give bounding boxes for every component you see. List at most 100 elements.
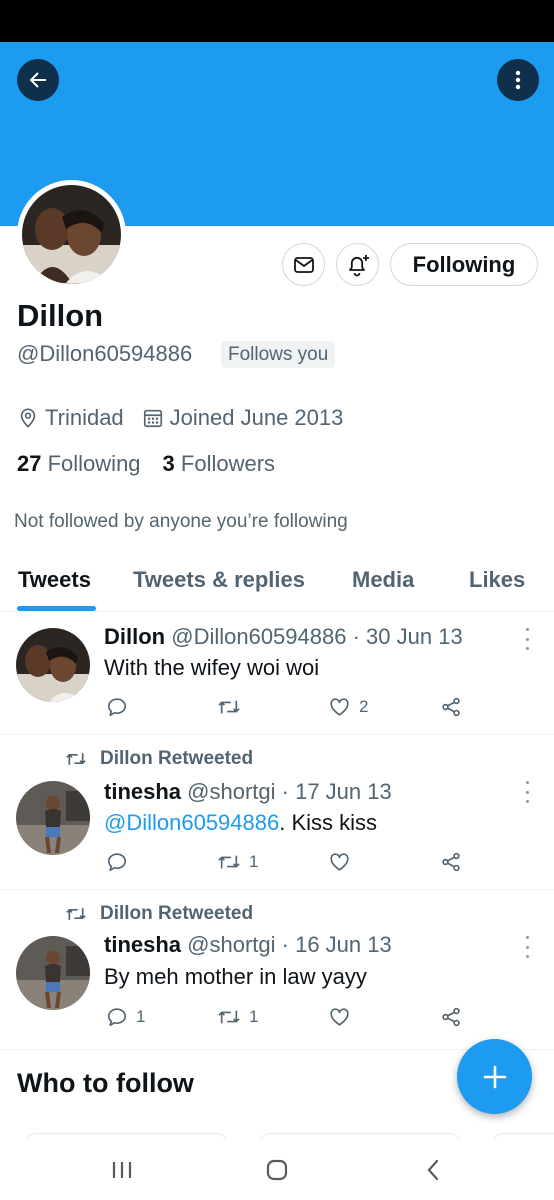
joined-text: Joined June 2013 [169, 405, 344, 430]
tab-tweets-replies[interactable]: Tweets & replies [133, 567, 305, 593]
tab-tweets[interactable]: Tweets [18, 567, 91, 593]
followers-count: 3 [162, 451, 175, 476]
joined-date: Joined June 2013 [142, 405, 344, 431]
like-count: 2 [359, 697, 369, 716]
tweet-item[interactable]: Dillon Retweeted tinesha @shortgi · 16 J… [0, 890, 554, 1050]
reply-button[interactable]: 1 [106, 1006, 145, 1028]
profile-name: Dillon [17, 298, 104, 333]
followers-count-link[interactable]: 3 Followers [163, 451, 276, 477]
profile-meta: Trinidad Joined June 2013 [17, 404, 361, 432]
retweet-icon [66, 908, 86, 920]
tab-media[interactable]: Media [352, 567, 414, 593]
share-button[interactable] [439, 851, 463, 873]
calendar-icon [143, 409, 162, 428]
recent-apps-icon [112, 1162, 132, 1178]
retweeted-by-text[interactable]: Dillon Retweeted [100, 748, 253, 770]
not-followed-note: Not followed by anyone you’re following [14, 511, 348, 532]
like-button[interactable] [328, 851, 359, 873]
retweet-count: 1 [249, 852, 259, 871]
like-button[interactable] [328, 1006, 359, 1028]
retweet-icon [66, 753, 86, 765]
share-icon [442, 852, 460, 872]
heart-icon [330, 1008, 349, 1026]
location-pin-icon [20, 408, 36, 428]
tweet-author-avatar[interactable] [16, 781, 90, 855]
retweet-icon [218, 1010, 240, 1024]
followers-label: Followers [180, 451, 276, 476]
tweet-text: By meh mother in law yayy [104, 964, 367, 989]
more-options-button[interactable] [497, 59, 539, 101]
retweet-count: 1 [249, 1007, 259, 1026]
share-icon [442, 1007, 460, 1027]
follows-you-badge: Follows you [221, 341, 336, 368]
tweet-item[interactable]: Dillon Retweeted tinesha @shortgi · 17 J… [0, 735, 554, 890]
tweet-author-avatar[interactable] [16, 628, 90, 702]
home-icon [266, 1159, 288, 1181]
back-button[interactable] [17, 59, 59, 101]
notifications-button[interactable] [336, 243, 379, 286]
profile-tabs: Tweets Tweets & replies Media Likes [0, 555, 554, 612]
back-arrow-icon [29, 72, 46, 88]
retweet-icon [218, 855, 240, 869]
bell-plus-icon [348, 254, 369, 276]
profile-avatar[interactable] [17, 180, 126, 289]
tweet-header: Dillon @Dillon60594886 · 30 Jun 13 [104, 624, 463, 650]
tweet-header: tinesha @shortgi · 17 Jun 13 [104, 779, 392, 805]
tweet-date: · 17 Jun 13 [281, 779, 392, 804]
more-vertical-icon [515, 70, 521, 90]
who-to-follow-title: Who to follow [17, 1068, 194, 1098]
reply-icon [107, 698, 127, 717]
share-button[interactable] [439, 696, 463, 718]
avatar-photo [22, 185, 121, 284]
share-button[interactable] [439, 1006, 463, 1028]
location: Trinidad [17, 405, 124, 431]
nav-back-button[interactable] [413, 1154, 453, 1186]
tweet-text: @Dillon60594886. Kiss kiss [104, 810, 378, 835]
following-count: 27 [17, 451, 42, 476]
tab-likes[interactable]: Likes [469, 567, 525, 593]
reply-button[interactable] [106, 851, 136, 873]
retweeted-by: Dillon Retweeted [64, 748, 253, 770]
retweeted-by-text[interactable]: Dillon Retweeted [100, 903, 253, 925]
reply-icon [107, 853, 127, 872]
home-button[interactable] [257, 1154, 297, 1186]
recent-apps-button[interactable] [102, 1154, 142, 1186]
mention-link[interactable]: @Dillon60594886 [104, 810, 279, 835]
tweet-author-name[interactable]: Dillon [104, 624, 165, 649]
tweet-author-handle: @shortgi [187, 932, 276, 957]
retweet-button[interactable]: 1 [217, 851, 258, 873]
tweet-author-name[interactable]: tinesha [104, 779, 181, 804]
compose-tweet-button[interactable] [457, 1039, 532, 1114]
following-count-link[interactable]: 27 Following [17, 451, 141, 477]
tweet-more-button[interactable] [520, 781, 534, 803]
profile-handle: @Dillon60594886 [17, 341, 193, 366]
tweet-header: tinesha @shortgi · 16 Jun 13 [104, 932, 392, 958]
location-text: Trinidad [45, 405, 124, 430]
reply-button[interactable] [106, 696, 136, 718]
follow-counts: 27 Following 3 Followers [17, 451, 275, 477]
reply-count: 1 [136, 1007, 146, 1026]
tweet-item[interactable]: Dillon @Dillon60594886 · 30 Jun 13 With … [0, 612, 554, 735]
status-bar [0, 0, 554, 42]
share-icon [442, 697, 460, 717]
system-nav-bar [0, 1140, 554, 1200]
tweet-author-name[interactable]: tinesha [104, 932, 181, 957]
retweet-icon [218, 700, 240, 714]
following-button[interactable]: Following [390, 243, 538, 286]
mail-icon [293, 256, 314, 273]
tweet-date: · 30 Jun 13 [352, 624, 463, 649]
chevron-left-icon [427, 1159, 439, 1181]
active-tab-indicator [17, 606, 96, 611]
message-button[interactable] [282, 243, 325, 286]
tweet-more-button[interactable] [520, 628, 534, 650]
tweet-more-button[interactable] [520, 936, 534, 958]
tweet-author-handle: @Dillon60594886 [171, 624, 347, 649]
tweet-author-avatar[interactable] [16, 936, 90, 1010]
retweet-button[interactable]: 1 [217, 1006, 258, 1028]
retweet-button[interactable] [217, 696, 249, 718]
like-button[interactable]: 2 [328, 696, 368, 718]
reply-icon [107, 1008, 127, 1027]
plus-icon [483, 1065, 506, 1088]
tweet-author-handle: @shortgi [187, 779, 276, 804]
retweeted-by: Dillon Retweeted [64, 903, 253, 925]
